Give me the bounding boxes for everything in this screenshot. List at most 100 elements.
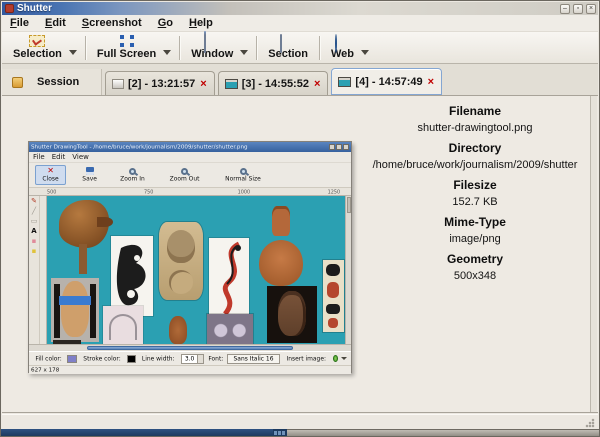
fullscreen-icon bbox=[119, 35, 135, 47]
preview-canvas bbox=[47, 196, 345, 344]
window-dropdown-icon[interactable] bbox=[240, 50, 249, 55]
session-icon bbox=[12, 76, 23, 88]
bottom-panel-segment bbox=[287, 429, 599, 436]
screenshot-thumbnail-icon bbox=[224, 78, 238, 89]
bottom-panel-segment bbox=[1, 429, 273, 436]
window-button[interactable]: Window bbox=[184, 31, 240, 61]
fullscreen-dropdown-icon[interactable] bbox=[163, 50, 172, 55]
highlighter-tool-icon: ▪ bbox=[31, 247, 37, 255]
capture-toolbar: Selection Full Screen Window Section Web bbox=[2, 31, 598, 64]
detail-label-directory: Directory bbox=[448, 141, 502, 155]
insert-image-icon bbox=[332, 355, 338, 362]
tab-session[interactable]: Session bbox=[2, 69, 102, 95]
mask-figure-carving bbox=[259, 206, 303, 286]
menu-edit[interactable]: Edit bbox=[37, 16, 74, 30]
tabbar: Session [2] - 13:21:57 × [3] - 14:55:52 … bbox=[2, 64, 598, 95]
preview-menu-view: View bbox=[72, 153, 89, 161]
preview-titlebar: Shutter DrawingTool - /home/bruce/work/j… bbox=[29, 142, 351, 152]
fullscreen-button[interactable]: Full Screen bbox=[90, 34, 163, 61]
screenshot-thumbnail-icon bbox=[338, 76, 352, 87]
window-title: Shutter bbox=[17, 3, 52, 14]
window-controls: – ▫ × bbox=[560, 3, 596, 14]
detail-label-geometry: Geometry bbox=[446, 252, 504, 266]
preview-window-controls bbox=[329, 144, 349, 150]
mask-pattern-card bbox=[207, 314, 253, 344]
file-thumbnail-icon bbox=[112, 78, 124, 89]
preview-horizontal-scrollbar bbox=[29, 344, 351, 351]
save-icon bbox=[85, 167, 94, 175]
mask-formline-card bbox=[323, 260, 344, 332]
tab-screenshot-3[interactable]: [3] - 14:55:52 × bbox=[217, 71, 329, 95]
pencil-tool-icon: ✎ bbox=[31, 197, 37, 205]
web-icon bbox=[334, 34, 337, 53]
content-scrollbar-gutter[interactable] bbox=[590, 96, 597, 412]
detail-value-filesize: 152.7 KB bbox=[452, 196, 498, 208]
mask-blue-band-photo bbox=[51, 278, 99, 342]
screenshot-preview-image[interactable]: Shutter DrawingTool - /home/bruce/work/j… bbox=[28, 141, 352, 374]
maximize-button[interactable]: ▫ bbox=[573, 3, 583, 14]
section-button[interactable]: Section bbox=[261, 34, 315, 61]
preview-zoom-out-button: Zoom Out bbox=[162, 167, 207, 184]
tab-close-icon[interactable]: × bbox=[427, 76, 435, 87]
preview-save-button: Save bbox=[76, 166, 103, 184]
detail-label-filesize: Filesize bbox=[453, 178, 497, 192]
web-dropdown-icon[interactable] bbox=[361, 50, 370, 55]
shutter-window: Shutter – ▫ × File Edit Screenshot Go He… bbox=[0, 0, 600, 437]
zoom-out-icon bbox=[181, 167, 189, 175]
detail-value-directory: /home/bruce/work/journalism/2009/shutter bbox=[372, 159, 578, 171]
menu-screenshot[interactable]: Screenshot bbox=[74, 16, 150, 30]
scrollbar-thumb bbox=[86, 346, 294, 350]
menu-file[interactable]: File bbox=[2, 16, 37, 30]
selection-size-readout: 627 x 178 bbox=[31, 366, 60, 374]
resize-grip[interactable] bbox=[585, 418, 595, 428]
selection-dropdown-icon[interactable] bbox=[68, 50, 77, 55]
menu-help[interactable]: Help bbox=[181, 16, 221, 30]
preview-close-button: ✕ Close bbox=[35, 165, 67, 185]
preview-menu-edit: Edit bbox=[51, 153, 66, 161]
bottom-panel-indicator bbox=[273, 429, 287, 436]
preview-normal-size-button: Normal Size bbox=[217, 167, 269, 184]
titlebar[interactable]: Shutter – ▫ × bbox=[2, 2, 598, 15]
web-button[interactable]: Web bbox=[324, 34, 361, 61]
fill-color-swatch bbox=[67, 354, 77, 363]
minimize-button[interactable]: – bbox=[560, 3, 570, 14]
close-icon: ✕ bbox=[47, 166, 54, 175]
toolbar-separator bbox=[179, 35, 181, 60]
font-picker-button: Sans Italic 16 bbox=[227, 353, 281, 364]
menubar: File Edit Screenshot Go Help bbox=[2, 15, 598, 32]
preview-statusbar: 627 x 178 bbox=[29, 365, 351, 374]
preview-horizontal-ruler: 500 750 1000 1250 bbox=[29, 188, 351, 196]
menu-go[interactable]: Go bbox=[150, 16, 181, 30]
tab-close-icon[interactable]: × bbox=[199, 78, 207, 89]
preview-drawing-controls: Fill color: Stroke color: Line width: 3.… bbox=[29, 351, 351, 365]
preview-vertical-ruler bbox=[40, 196, 47, 344]
detail-label-mimetype: Mime-Type bbox=[444, 215, 506, 229]
rectangle-tool-icon: ▭ bbox=[30, 217, 38, 225]
section-icon bbox=[280, 34, 283, 53]
preview-menu-file: File bbox=[33, 153, 45, 161]
bottom-edge bbox=[1, 429, 599, 436]
line-tool-icon: ╱ bbox=[31, 207, 37, 215]
insert-image-dropdown-icon bbox=[340, 357, 347, 360]
preview-toolbar: ✕ Close Save Zoom In Zoom Out Normal Siz… bbox=[29, 163, 351, 188]
mask-witch-photo bbox=[267, 286, 317, 343]
tab-screenshot-2[interactable]: [2] - 13:21:57 × bbox=[105, 71, 215, 95]
detail-value-geometry: 500x348 bbox=[453, 270, 497, 282]
mask-raven-print bbox=[111, 236, 153, 316]
preview-vertical-scrollbar bbox=[345, 196, 351, 344]
window-icon bbox=[204, 31, 207, 53]
toolbar-separator bbox=[256, 35, 258, 60]
tab-screenshot-4-active[interactable]: [4] - 14:57:49 × bbox=[331, 68, 443, 95]
close-button[interactable]: × bbox=[586, 3, 596, 14]
shutter-app-icon bbox=[5, 4, 14, 13]
line-width-spinner: 3.0 bbox=[180, 353, 204, 364]
screenshot-details-panel: Filename shutter-drawingtool.png Directo… bbox=[358, 98, 592, 283]
zoom-in-icon bbox=[129, 167, 137, 175]
normal-size-icon bbox=[239, 167, 247, 175]
tab-close-icon[interactable]: × bbox=[313, 78, 321, 89]
eraser-tool-icon: ▪ bbox=[31, 237, 37, 245]
stroke-color-swatch bbox=[126, 354, 137, 363]
preview-menubar: File Edit View bbox=[29, 152, 351, 163]
selection-button[interactable]: Selection bbox=[6, 34, 69, 61]
preview-zoom-in-button: Zoom In bbox=[113, 167, 152, 184]
